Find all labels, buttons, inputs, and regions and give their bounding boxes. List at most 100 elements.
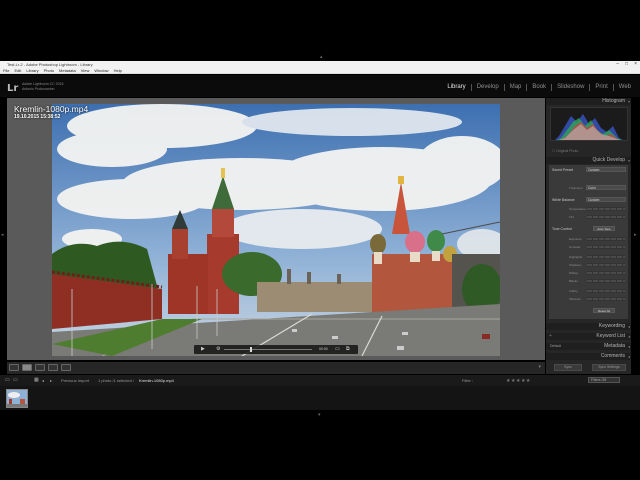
blacks-label: Blacks: [569, 279, 578, 283]
tint-buttons[interactable]: [587, 215, 625, 219]
contrast-buttons[interactable]: [587, 245, 625, 249]
whites-buttons[interactable]: [587, 271, 625, 275]
menu-view[interactable]: View: [81, 68, 90, 73]
metadata-header[interactable]: Default Metadata ◂: [546, 343, 631, 350]
module-web[interactable]: Web: [612, 84, 636, 91]
auto-tone-button[interactable]: Auto Tone: [593, 226, 615, 231]
saved-preset-select[interactable]: Custom: [586, 167, 626, 172]
filmstrip-source[interactable]: Previous Import: [61, 375, 89, 386]
comments-title: Comments: [600, 353, 625, 359]
back-icon[interactable]: ◂: [42, 375, 44, 386]
menu-bar: File Edit Library Photo Metadata View Wi…: [0, 68, 640, 74]
expand-icon: ◂: [627, 344, 630, 349]
lightroom-logo: Lr: [7, 83, 19, 94]
people-view-button[interactable]: [61, 364, 71, 371]
tone-control-label: Tone Control: [552, 227, 572, 231]
menu-file[interactable]: File: [3, 68, 9, 73]
title-bar: Test-Lr-2 - Adobe Photoshop Lightroom - …: [0, 61, 640, 68]
exposure-label: Exposure: [569, 237, 582, 241]
highlights-buttons[interactable]: [587, 255, 625, 259]
module-slideshow[interactable]: Slideshow: [551, 84, 589, 91]
filter-label: Filter :: [462, 378, 474, 383]
module-library[interactable]: Library: [442, 84, 470, 91]
forward-icon[interactable]: ▸: [50, 375, 52, 386]
tint-label: Tint: [569, 215, 574, 219]
toolbar-menu-icon[interactable]: ▾: [538, 364, 541, 370]
quick-develop-title: Quick Develop: [592, 157, 625, 163]
reset-all-button[interactable]: Reset All: [593, 308, 615, 313]
original-photo-check[interactable]: ☐ Original Photo: [552, 149, 578, 153]
module-map[interactable]: Map: [503, 84, 527, 91]
saved-preset-label: Saved Preset: [552, 168, 574, 172]
histogram-chart: [555, 114, 623, 140]
secondary-display-icon[interactable]: ▭: [13, 375, 18, 386]
frame-capture-icon[interactable]: ▭: [335, 345, 340, 354]
sync-settings-button[interactable]: Sync Settings: [592, 364, 626, 371]
menu-metadata[interactable]: Metadata: [59, 68, 76, 73]
histogram-header[interactable]: Histogram ▾: [546, 98, 631, 105]
histogram-graph: [550, 107, 628, 141]
exposure-buttons[interactable]: [587, 237, 625, 241]
rating-filter[interactable]: ★★★★★: [506, 378, 531, 384]
lightroom-window: Test-Lr-2 - Adobe Photoshop Lightroom - …: [0, 0, 640, 480]
close-icon[interactable]: ×: [634, 61, 637, 68]
keywording-header[interactable]: Keywording ◂: [546, 323, 631, 330]
vibrance-buttons[interactable]: [587, 297, 625, 301]
original-photo-label: Original Photo: [556, 149, 579, 153]
menu-window[interactable]: Window: [94, 68, 108, 73]
white-balance-select[interactable]: Custom: [586, 197, 626, 202]
menu-edit[interactable]: Edit: [14, 68, 21, 73]
gear-icon[interactable]: ⚙: [216, 345, 220, 354]
survey-view-button[interactable]: [48, 364, 58, 371]
top-panel-toggle-icon[interactable]: ▴: [320, 54, 323, 60]
shadows-label: Shadows: [569, 263, 582, 267]
loupe-view-button[interactable]: [22, 364, 32, 371]
identity-plate: Lr Adobe Lightroom CC 2015 Antonio Proko…: [0, 75, 640, 97]
module-develop[interactable]: Develop: [470, 84, 504, 91]
minimize-icon[interactable]: –: [616, 61, 619, 68]
highlights-label: Highlights: [569, 255, 583, 259]
clarity-buttons[interactable]: [587, 289, 625, 293]
play-icon[interactable]: ▶: [201, 345, 205, 354]
filmstrip: [0, 386, 640, 410]
temperature-buttons[interactable]: [587, 207, 625, 211]
metadata-preset-select[interactable]: Default: [550, 343, 561, 350]
grid-icon[interactable]: ▦: [34, 375, 39, 386]
blacks-buttons[interactable]: [587, 279, 625, 283]
menu-help[interactable]: Help: [114, 68, 122, 73]
window-title: Test-Lr-2 - Adobe Photoshop Lightroom - …: [7, 62, 93, 67]
keyword-list-header[interactable]: + Keyword List ◂: [546, 333, 631, 340]
second-window-icon[interactable]: ▭: [5, 375, 10, 386]
filmstrip-thumbnail[interactable]: [6, 389, 28, 408]
video-frame[interactable]: [52, 104, 500, 356]
grid-view-button[interactable]: [9, 364, 19, 371]
histogram-title: Histogram: [602, 98, 625, 104]
menu-library[interactable]: Library: [26, 68, 38, 73]
maximize-icon[interactable]: □: [625, 61, 628, 68]
photo-datetime: 19.10.2015 15:38:52: [14, 114, 61, 120]
treatment-select[interactable]: Color: [586, 185, 626, 190]
identity-line-2: Antonio Prokonaninn: [22, 87, 55, 91]
thumbnail-image: [7, 390, 27, 407]
scrubber-handle[interactable]: [250, 347, 253, 352]
right-panel-toggle-icon[interactable]: ▸: [634, 232, 637, 238]
trim-icon[interactable]: ⧉: [346, 345, 350, 354]
filmstrip-header: ▭ ▭ ▦ ◂ ▸ Previous Import 1 photo /1 sel…: [0, 375, 640, 386]
sync-button[interactable]: Sync: [554, 364, 582, 371]
video-time: 00:00: [319, 347, 328, 351]
shadows-buttons[interactable]: [587, 263, 625, 267]
bottom-panel-toggle-icon[interactable]: ▾: [318, 412, 321, 418]
comments-header[interactable]: Comments ◂: [546, 353, 631, 360]
module-book[interactable]: Book: [526, 84, 551, 91]
video-scrubber[interactable]: [224, 349, 312, 350]
compare-view-button[interactable]: [35, 364, 45, 371]
left-panel-toggle-icon[interactable]: ◂: [1, 232, 4, 238]
module-print[interactable]: Print: [589, 84, 612, 91]
treatment-label: Treatment: [569, 186, 583, 190]
temperature-label: Temperature: [569, 207, 586, 211]
add-keyword-icon[interactable]: +: [549, 333, 552, 340]
filter-select[interactable]: Filters Off: [588, 377, 620, 383]
menu-photo[interactable]: Photo: [44, 68, 54, 73]
quick-develop-header[interactable]: Quick Develop ▾: [546, 157, 631, 164]
right-panel: Histogram ▾ ☐ Original Photo Quick Develo…: [546, 98, 631, 374]
